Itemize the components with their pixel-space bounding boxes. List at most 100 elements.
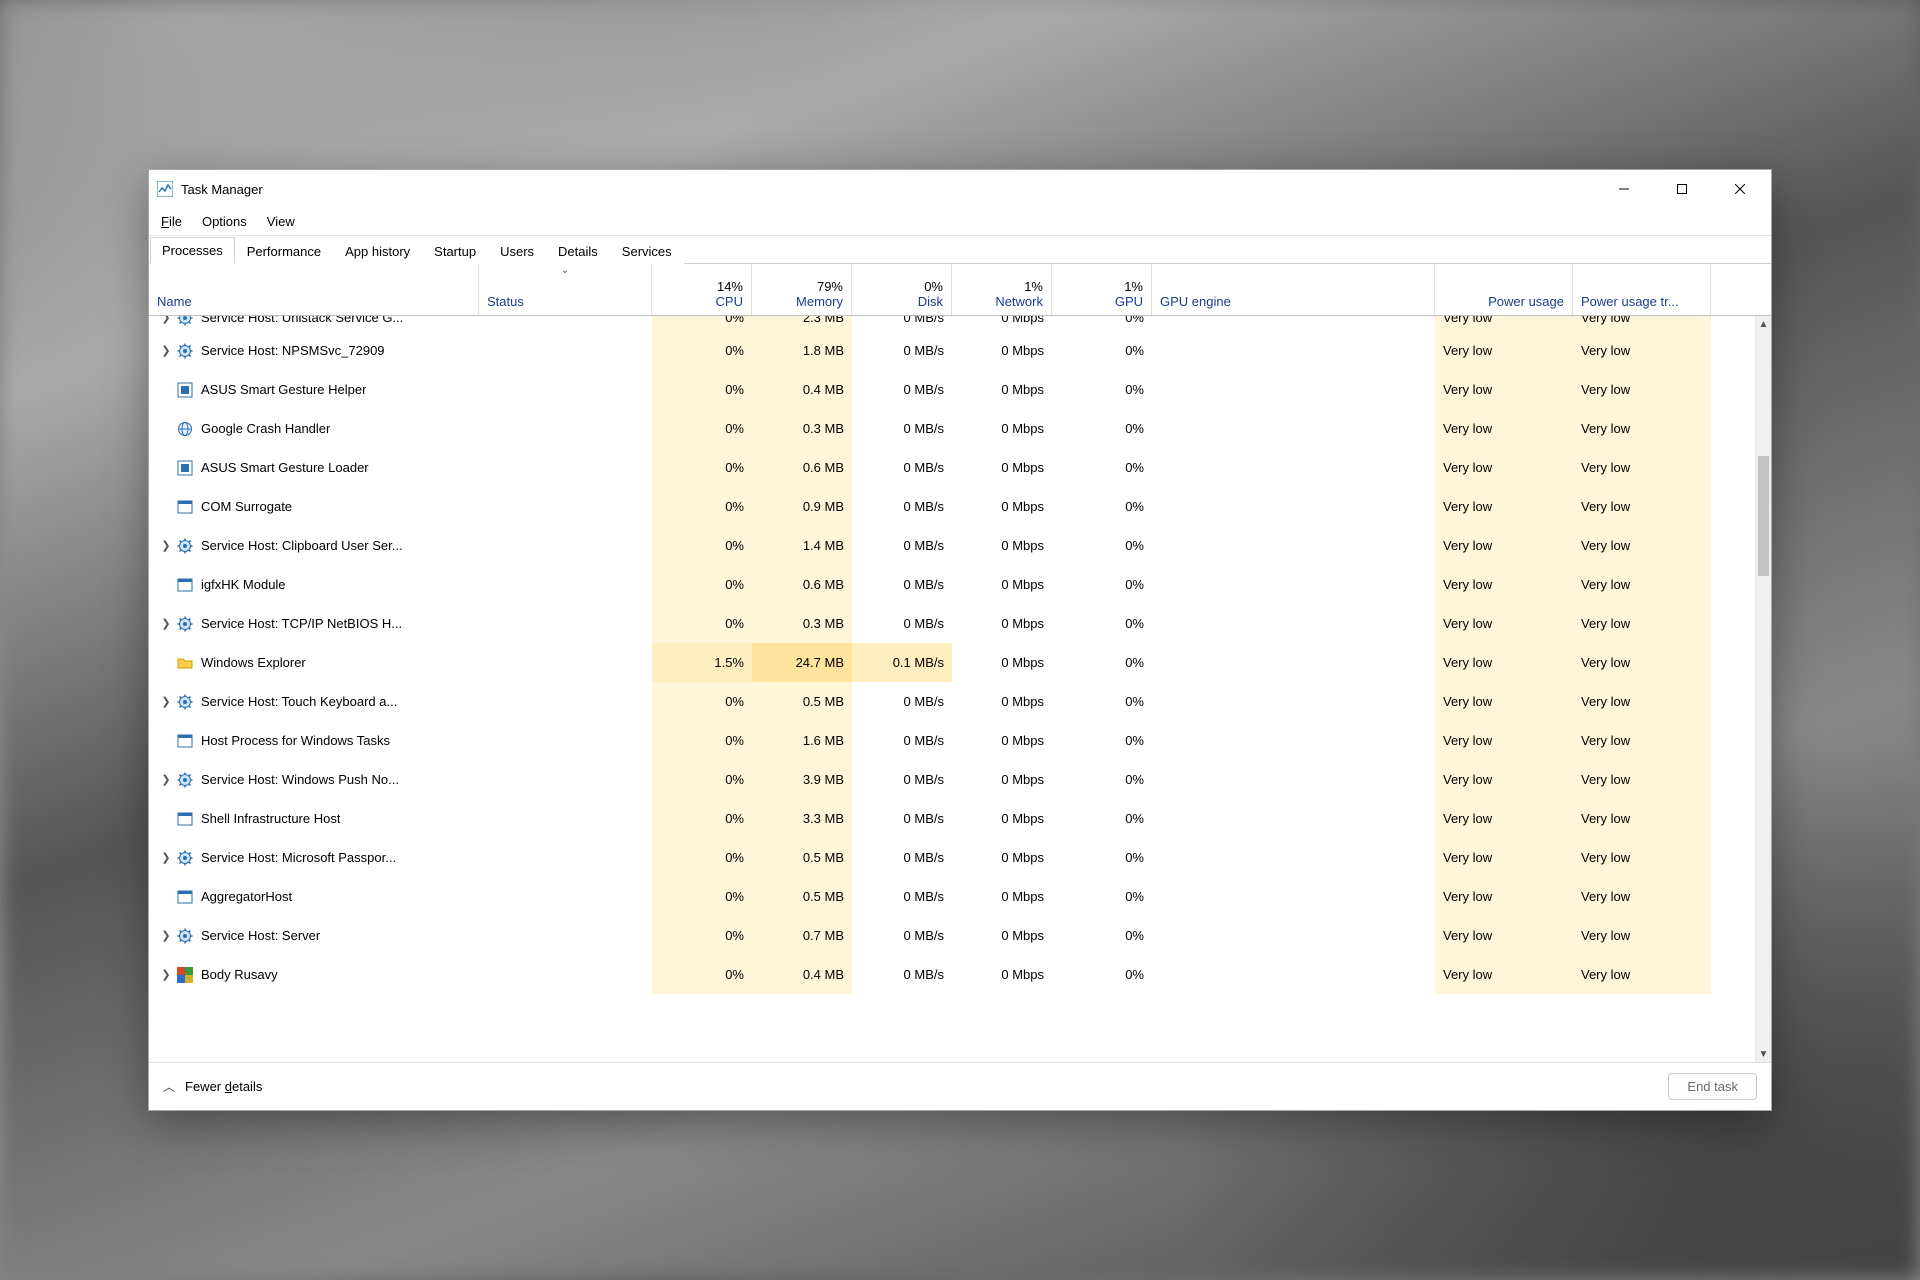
cell-gpu: 0%	[1052, 721, 1152, 760]
cell-status	[479, 604, 652, 643]
cell-network: 0 Mbps	[952, 916, 1052, 955]
cell-power: Very low	[1435, 877, 1573, 916]
process-name: Service Host: TCP/IP NetBIOS H...	[201, 616, 402, 631]
cell-disk: 0 MB/s	[852, 916, 952, 955]
expand-icon[interactable]: ❯	[159, 316, 173, 324]
expand-icon[interactable]: ❯	[159, 344, 173, 357]
process-row[interactable]: Shell Infrastructure Host0%3.3 MB0 MB/s0…	[149, 799, 1771, 838]
process-row[interactable]: ❯Service Host: Unistack Service G...0%2.…	[149, 316, 1771, 331]
process-row[interactable]: Windows Explorer1.5%24.7 MB0.1 MB/s0 Mbp…	[149, 643, 1771, 682]
cell-gpu: 0%	[1052, 409, 1152, 448]
cell-power: Very low	[1435, 370, 1573, 409]
tab-users[interactable]: Users	[488, 238, 546, 264]
process-row[interactable]: Google Crash Handler0%0.3 MB0 MB/s0 Mbps…	[149, 409, 1771, 448]
cell-memory: 3.9 MB	[752, 760, 852, 799]
process-row[interactable]: Host Process for Windows Tasks0%1.6 MB0 …	[149, 721, 1771, 760]
scrollbar-track[interactable]: ▲ ▼	[1755, 316, 1771, 1062]
process-row[interactable]: ASUS Smart Gesture Helper0%0.4 MB0 MB/s0…	[149, 370, 1771, 409]
cell-status	[479, 799, 652, 838]
cell-power-trend: Very low	[1573, 331, 1711, 370]
expand-icon[interactable]: ❯	[159, 851, 173, 864]
cell-gpu: 0%	[1052, 799, 1152, 838]
cell-status	[479, 838, 652, 877]
process-icon	[177, 889, 193, 905]
cell-disk: 0 MB/s	[852, 838, 952, 877]
cell-gpu: 0%	[1052, 682, 1152, 721]
cell-gpu: 0%	[1052, 916, 1152, 955]
expand-icon[interactable]: ❯	[159, 695, 173, 708]
expand-icon[interactable]: ❯	[159, 968, 173, 981]
menu-options[interactable]: Options	[192, 210, 257, 233]
cell-power-trend: Very low	[1573, 955, 1711, 994]
tab-app-history[interactable]: App history	[333, 238, 422, 264]
col-status[interactable]: ⌄ Status	[479, 264, 652, 315]
maximize-button[interactable]	[1653, 170, 1711, 208]
tab-startup[interactable]: Startup	[422, 238, 488, 264]
process-row[interactable]: ❯Service Host: NPSMSvc_729090%1.8 MB0 MB…	[149, 331, 1771, 370]
end-task-button[interactable]: End task	[1668, 1073, 1757, 1100]
col-name[interactable]: Name	[149, 264, 479, 315]
cell-cpu: 0%	[652, 838, 752, 877]
process-row[interactable]: ❯Service Host: Clipboard User Ser...0%1.…	[149, 526, 1771, 565]
cell-power-trend: Very low	[1573, 604, 1711, 643]
cell-cpu: 0%	[652, 565, 752, 604]
col-cpu[interactable]: 14% CPU	[652, 264, 752, 315]
process-row[interactable]: igfxHK Module0%0.6 MB0 MB/s0 Mbps0%Very …	[149, 565, 1771, 604]
cell-memory: 0.5 MB	[752, 877, 852, 916]
process-icon	[177, 460, 193, 476]
process-row[interactable]: ❯Service Host: Microsoft Passpor...0%0.5…	[149, 838, 1771, 877]
menu-file[interactable]: File	[151, 210, 192, 233]
scrollbar-thumb[interactable]	[1758, 456, 1769, 576]
process-row[interactable]: ❯Service Host: Server0%0.7 MB0 MB/s0 Mbp…	[149, 916, 1771, 955]
scroll-down-icon[interactable]: ▼	[1756, 1046, 1771, 1062]
process-name: Service Host: Clipboard User Ser...	[201, 538, 403, 553]
expand-icon[interactable]: ❯	[159, 929, 173, 942]
expand-icon[interactable]: ❯	[159, 773, 173, 786]
cell-memory: 1.8 MB	[752, 331, 852, 370]
expand-icon[interactable]: ❯	[159, 617, 173, 630]
process-row[interactable]: ❯Service Host: TCP/IP NetBIOS H...0%0.3 …	[149, 604, 1771, 643]
cell-name: Windows Explorer	[149, 643, 479, 682]
cell-gpu: 0%	[1052, 331, 1152, 370]
cell-name: ❯Service Host: NPSMSvc_72909	[149, 331, 479, 370]
tab-details[interactable]: Details	[546, 238, 610, 264]
tab-services[interactable]: Services	[610, 238, 684, 264]
process-icon	[177, 967, 193, 983]
process-icon	[177, 538, 193, 554]
process-row[interactable]: ASUS Smart Gesture Loader0%0.6 MB0 MB/s0…	[149, 448, 1771, 487]
cell-disk: 0 MB/s	[852, 316, 952, 331]
titlebar[interactable]: Task Manager	[149, 170, 1771, 208]
minimize-button[interactable]	[1595, 170, 1653, 208]
col-power-usage-trend[interactable]: Power usage tr...	[1573, 264, 1711, 315]
col-gpu[interactable]: 1% GPU	[1052, 264, 1152, 315]
scroll-up-icon[interactable]: ▲	[1756, 316, 1771, 332]
process-row[interactable]: ❯Service Host: Windows Push No...0%3.9 M…	[149, 760, 1771, 799]
expand-icon[interactable]: ❯	[159, 539, 173, 552]
fewer-details-toggle[interactable]: ︿ Fewer details	[163, 1078, 262, 1095]
cell-power: Very low	[1435, 565, 1573, 604]
tab-performance[interactable]: Performance	[235, 238, 333, 264]
cell-network: 0 Mbps	[952, 565, 1052, 604]
cell-name: ❯Service Host: Unistack Service G...	[149, 316, 479, 331]
col-memory[interactable]: 79% Memory	[752, 264, 852, 315]
process-row[interactable]: ❯Service Host: Touch Keyboard a...0%0.5 …	[149, 682, 1771, 721]
cell-power-trend: Very low	[1573, 916, 1711, 955]
col-power-usage[interactable]: Power usage	[1435, 264, 1573, 315]
process-row[interactable]: ❯Body Rusavy0%0.4 MB0 MB/s0 Mbps0%Very l…	[149, 955, 1771, 994]
cell-network: 0 Mbps	[952, 955, 1052, 994]
cell-network: 0 Mbps	[952, 487, 1052, 526]
cell-memory: 0.6 MB	[752, 448, 852, 487]
process-row[interactable]: AggregatorHost0%0.5 MB0 MB/s0 Mbps0%Very…	[149, 877, 1771, 916]
process-name: Google Crash Handler	[201, 421, 330, 436]
menu-view[interactable]: View	[257, 210, 305, 233]
process-row[interactable]: COM Surrogate0%0.9 MB0 MB/s0 Mbps0%Very …	[149, 487, 1771, 526]
col-disk[interactable]: 0% Disk	[852, 264, 952, 315]
cell-network: 0 Mbps	[952, 526, 1052, 565]
process-icon	[177, 499, 193, 515]
window-controls	[1595, 170, 1769, 208]
col-gpu-engine[interactable]: GPU engine	[1152, 264, 1435, 315]
col-network[interactable]: 1% Network	[952, 264, 1052, 315]
tab-processes[interactable]: Processes	[150, 237, 235, 264]
cell-gpu-engine	[1152, 799, 1435, 838]
close-button[interactable]	[1711, 170, 1769, 208]
